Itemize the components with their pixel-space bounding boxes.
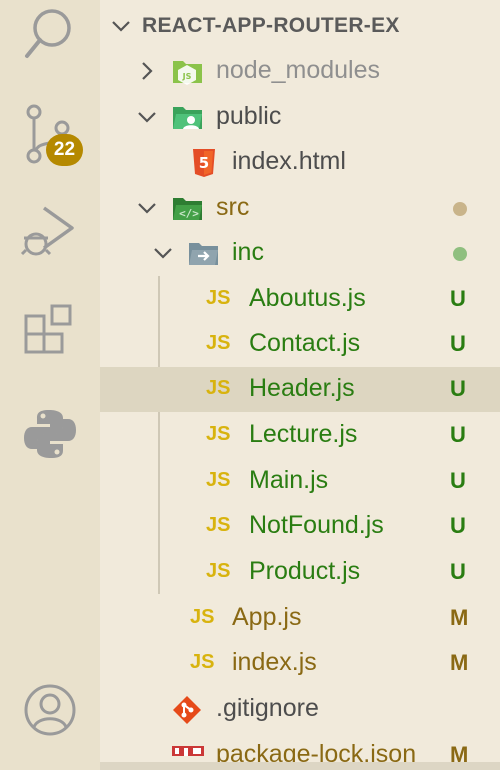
git-status-badge: U: [450, 513, 466, 538]
tree-item-public[interactable]: public: [100, 95, 500, 140]
tree-item-label: public: [216, 102, 282, 130]
js-file-icon: JS: [206, 423, 231, 445]
chevron-down-icon: [138, 112, 156, 123]
horizontal-scrollbar[interactable]: [100, 762, 500, 770]
tree-item-main-js[interactable]: JS Main.js U: [100, 459, 500, 504]
src-folder-icon: </>: [173, 198, 202, 220]
svg-text:JS: JS: [182, 72, 192, 81]
git-status-badge: M: [450, 650, 469, 675]
tree-item-label: inc: [232, 238, 264, 266]
search-icon[interactable]: [0, 4, 100, 64]
tree-item-contact-js[interactable]: JS Contact.js U: [100, 322, 500, 367]
tree-item-gitignore[interactable]: .gitignore: [100, 687, 500, 732]
tree-item-label: Product.js: [249, 557, 361, 585]
tree-item-aboutus-js[interactable]: JS Aboutus.js U: [100, 277, 500, 322]
tree-item-label: Contact.js: [249, 329, 361, 357]
js-file-icon: JS: [206, 287, 231, 309]
npm-icon: [172, 746, 204, 756]
tree-item-product-js[interactable]: JS Product.js U: [100, 550, 500, 595]
git-icon: [173, 696, 201, 724]
tree-item-label: Lecture.js: [249, 420, 358, 448]
chevron-right-icon: [142, 62, 153, 80]
svg-text:5: 5: [199, 154, 209, 172]
node-folder-icon: JS: [173, 61, 202, 85]
modified-dot: [453, 202, 467, 216]
js-file-icon: JS: [206, 560, 231, 582]
svg-text:</>: </>: [179, 207, 199, 220]
tree-item-label: index.html: [232, 147, 346, 175]
tree-item-index-html[interactable]: 5 index.html: [100, 140, 500, 185]
js-file-icon: JS: [206, 377, 231, 399]
tree-item-src[interactable]: </> src: [100, 186, 500, 231]
html5-icon: 5: [193, 149, 215, 177]
tree-item-label: App.js: [232, 603, 302, 631]
untracked-dot: [453, 247, 467, 261]
tree-item-lecture-js[interactable]: JS Lecture.js U: [100, 413, 500, 458]
tree-item-label: Aboutus.js: [249, 284, 366, 312]
git-status-badge: U: [450, 422, 466, 447]
extensions-icon[interactable]: [0, 302, 100, 362]
git-status-badge: U: [450, 468, 466, 493]
js-file-icon: JS: [206, 514, 231, 536]
git-status-badge: U: [450, 376, 466, 401]
tree-item-header-js[interactable]: JS Header.js U: [100, 367, 500, 412]
tree-item-label: node_modules: [216, 56, 381, 84]
tree-item-label: src: [216, 193, 250, 221]
chevron-down-icon: [138, 203, 156, 214]
tree-item-label: NotFound.js: [249, 511, 384, 539]
git-status-badge: U: [450, 286, 466, 311]
source-control-badge: 22: [46, 134, 83, 166]
project-name: REACT-APP-ROUTER-EX: [142, 14, 400, 37]
tree-item-label: Main.js: [249, 466, 329, 494]
git-status-badge: U: [450, 559, 466, 584]
js-file-icon: JS: [206, 469, 231, 491]
python-icon[interactable]: [0, 404, 100, 464]
tree-item-app-js[interactable]: JS App.js M: [100, 596, 500, 641]
tree-item-notfound-js[interactable]: JS NotFound.js U: [100, 504, 500, 549]
tree-item-index-js[interactable]: JS index.js M: [100, 641, 500, 686]
git-status-badge: U: [450, 331, 466, 356]
inc-folder-icon: [189, 243, 218, 265]
public-folder-icon: [173, 107, 202, 129]
tree-item-label: Header.js: [249, 374, 355, 402]
account-icon[interactable]: [0, 680, 100, 740]
chevron-down-icon: [154, 248, 172, 259]
activity-bar: 22: [0, 0, 100, 770]
explorer-panel: REACT-APP-ROUTER-EX JS node_modules publ…: [100, 0, 500, 770]
js-file-icon: JS: [190, 606, 215, 628]
js-file-icon: JS: [190, 651, 215, 673]
js-file-icon: JS: [206, 332, 231, 354]
git-status-badge: M: [450, 605, 469, 630]
project-header[interactable]: REACT-APP-ROUTER-EX: [100, 4, 500, 48]
tree-item-label: .gitignore: [216, 694, 319, 722]
tree-item-label: index.js: [232, 648, 317, 676]
tree-item-node-modules[interactable]: JS node_modules: [100, 49, 500, 94]
run-debug-icon[interactable]: [0, 200, 100, 266]
chevron-down-icon: [112, 21, 130, 32]
tree-item-inc[interactable]: inc: [100, 231, 500, 276]
